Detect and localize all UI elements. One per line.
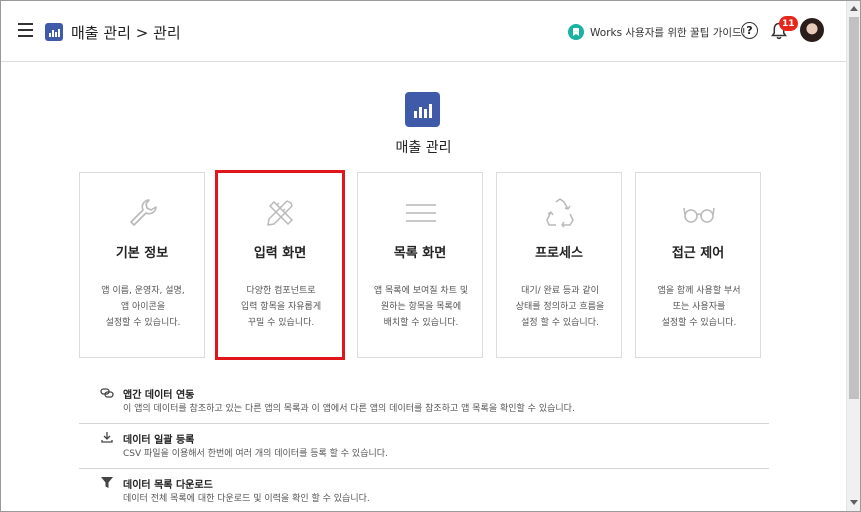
card-description: 앱 목록에 보여질 차트 및 원하는 항목을 목록에 배치할 수 있습니다. (373, 286, 469, 328)
guide-label: Works 사용자를 위한 꿀팁 가이드! (590, 26, 746, 39)
help-icon[interactable]: ? (741, 22, 758, 39)
bar-chart-icon (405, 92, 440, 127)
card-process[interactable]: 프로세스 대기/ 완료 등과 같이 상태를 정의하고 흐름을 설정 할 수 있습니다… (496, 172, 622, 358)
scroll-down-arrow-icon[interactable] (850, 500, 858, 505)
scroll-thumb[interactable] (849, 17, 859, 399)
page-title: 매출 관리 (395, 140, 452, 156)
bookmark-icon (568, 24, 584, 40)
card-input-screen[interactable]: 입력 화면 다양한 컴포넌트로 입력 항목을 자유롭게 꾸밀 수 있습니다. (215, 170, 345, 360)
upload-icon (101, 432, 113, 443)
card-title: 기본 정보 (115, 246, 169, 261)
link-item-data-download[interactable]: 데이터 목록 다운로드 데이터 전체 목록에 대한 다운로드 및 이력을 확인 … (79, 469, 769, 511)
top-header: 매출 관리 > 관리 Works 사용자를 위한 꿀팁 가이드! ? 11 (1, 1, 846, 62)
card-list-screen[interactable]: 목록 화면 앱 목록에 보여질 차트 및 원하는 항목을 목록에 배치할 수 있습니… (357, 172, 483, 358)
link-title: 데이터 목록 다운로드 (123, 480, 213, 491)
menu-icon[interactable] (18, 23, 33, 37)
wrench-icon (130, 199, 157, 226)
app-window: 매출 관리 > 관리 Works 사용자를 위한 꿀팁 가이드! ? 11 매출… (0, 0, 861, 512)
card-description: 다양한 컴포넌트로 입력 항목을 자유롭게 꾸밀 수 있습니다. (240, 286, 322, 328)
card-access-control[interactable]: 접근 제어 앱을 함께 사용할 부서 또는 사용자를 설정할 수 있습니다. (635, 172, 761, 358)
notification-badge: 11 (779, 16, 798, 31)
scrollbar[interactable] (846, 1, 860, 511)
card-title: 프로세스 (535, 246, 583, 261)
link-description: CSV 파일을 이용해서 한번에 여러 개의 데이터를 등록 할 수 있습니다. (123, 449, 388, 459)
link-item-app-data-integration[interactable]: 앱간 데이터 연동 이 앱의 데이터를 참조하고 있는 다른 앱의 목록과 이 … (79, 379, 769, 424)
card-title: 접근 제어 (671, 246, 725, 261)
list-lines-icon (406, 204, 436, 222)
card-description: 대기/ 완료 등과 같이 상태를 정의하고 흐름을 설정 할 수 있습니다. (515, 286, 605, 328)
glasses-icon (683, 207, 715, 223)
card-title: 입력 화면 (253, 246, 307, 261)
link-title: 앱간 데이터 연동 (123, 390, 195, 401)
breadcrumb: 매출 관리 > 관리 (71, 24, 181, 42)
card-basic-info[interactable]: 기본 정보 앱 이름, 운영자, 설명, 앱 아이콘을 설정할 수 있습니다. (79, 172, 205, 358)
link-description: 이 앱의 데이터를 참조하고 있는 다른 앱의 목록과 이 앱에서 다른 앱의 … (123, 404, 575, 414)
card-description: 앱을 함께 사용할 부서 또는 사용자를 설정할 수 있습니다. (657, 286, 741, 328)
guide-link[interactable]: Works 사용자를 위한 꿀팁 가이드! (568, 24, 746, 40)
pencil-ruler-icon (267, 200, 294, 226)
link-icon (100, 388, 114, 398)
scroll-up-arrow-icon[interactable] (850, 6, 858, 11)
recycle-icon (546, 198, 574, 228)
app-logo-icon (45, 23, 63, 41)
feature-links-list: 앱간 데이터 연동 이 앱의 데이터를 참조하고 있는 다른 앱의 목록과 이 … (79, 379, 769, 511)
avatar[interactable] (800, 18, 824, 42)
link-title: 데이터 일괄 등록 (123, 435, 195, 446)
card-description: 앱 이름, 운영자, 설명, 앱 아이콘을 설정할 수 있습니다. (101, 286, 185, 328)
link-description: 데이터 전체 목록에 대한 다운로드 및 이력을 확인 할 수 있습니다. (123, 494, 370, 504)
filter-icon (101, 477, 113, 488)
card-title: 목록 화면 (393, 246, 447, 261)
link-item-bulk-upload[interactable]: 데이터 일괄 등록 CSV 파일을 이용해서 한번에 여러 개의 데이터를 등록… (79, 424, 769, 469)
